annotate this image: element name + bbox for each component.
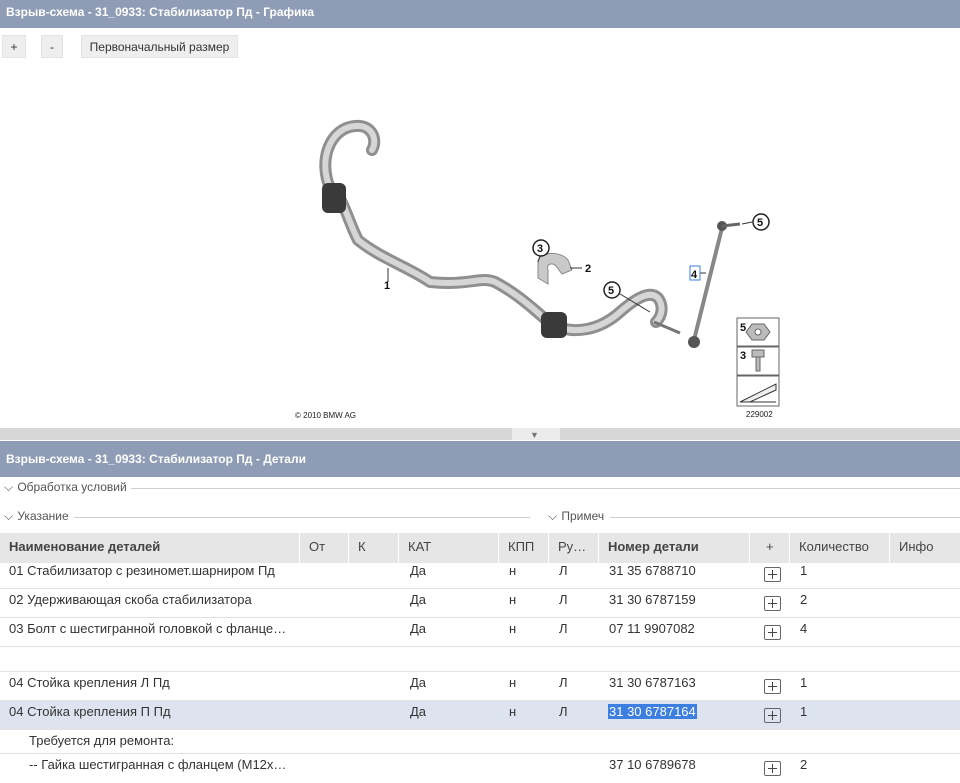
part-name: 04 Стойка крепления Л Пд xyxy=(9,675,170,690)
callout-5b-label[interactable]: 5 xyxy=(757,217,763,229)
parts-legend: 5 3 xyxy=(736,317,780,407)
table-row[interactable]: 04 Стойка крепления Л Пд Да н Л 31 30 67… xyxy=(0,672,960,701)
link-rod xyxy=(692,227,724,341)
legend-3-label: 3 xyxy=(740,350,746,362)
qty-value: 1 xyxy=(800,704,808,719)
col-name-header[interactable]: Наименование деталей xyxy=(0,533,300,563)
section-divider xyxy=(131,488,960,489)
add-to-cart-icon[interactable] xyxy=(764,625,781,640)
ru-value: Л xyxy=(559,563,568,578)
col-part-header[interactable]: Номер детали xyxy=(599,533,750,563)
conditions-section-toggle[interactable]: ⌵ Обработка условий xyxy=(4,480,127,495)
kat-value: Да xyxy=(410,563,427,578)
part-number[interactable]: 07 11 9907082 xyxy=(609,621,695,636)
qty-value: 2 xyxy=(800,592,808,607)
table-row-empty xyxy=(0,647,960,672)
qty-value: 4 xyxy=(800,621,808,636)
col-info-header[interactable]: Инфо xyxy=(890,533,960,563)
details-panel-title: Взрыв-схема - 31_0933: Стабилизатор Пд -… xyxy=(0,441,960,477)
col-from-header[interactable]: От xyxy=(300,533,349,563)
col-qty-header[interactable]: Количество xyxy=(790,533,890,563)
kpp-value: н xyxy=(509,675,517,690)
ru-value: Л xyxy=(559,704,568,719)
part-number[interactable]: 31 30 6787159 xyxy=(609,592,696,607)
part-number[interactable]: 37 10 6789678 xyxy=(609,757,696,772)
panel-splitter[interactable]: ▼ xyxy=(0,428,960,440)
callout-5-label[interactable]: 5 xyxy=(608,285,614,297)
section-divider xyxy=(74,517,530,518)
clamp-bracket xyxy=(537,253,573,285)
kpp-value: н xyxy=(509,704,517,719)
add-to-cart-icon[interactable] xyxy=(764,679,781,694)
chevron-down-icon[interactable]: ▼ xyxy=(530,430,539,440)
note-section-label: Примеч xyxy=(561,509,605,523)
drawing-number: 229002 xyxy=(746,410,773,419)
kpp-value: н xyxy=(509,592,517,607)
col-kpp-header[interactable]: КПП xyxy=(499,533,549,563)
part-name: 03 Болт с шестигранной головкой с фланце… xyxy=(9,621,287,636)
hint-section-label: Указание xyxy=(17,509,69,523)
chevron-down-icon[interactable]: ⌵ xyxy=(4,509,14,524)
zoom-out-button[interactable]: - xyxy=(41,35,63,58)
zoom-in-button[interactable]: + xyxy=(2,35,26,58)
ru-value: Л xyxy=(559,621,568,636)
col-kat-header[interactable]: КАТ xyxy=(399,533,499,563)
kat-value: Да xyxy=(410,621,427,636)
table-row[interactable]: 01 Стабилизатор с резиномет.шарниром Пд … xyxy=(0,560,960,589)
part-name: 04 Стойка крепления П Пд xyxy=(9,704,171,719)
repair-label: Требуется для ремонта: xyxy=(29,733,175,748)
legend-5-label: 5 xyxy=(740,322,746,334)
note-section-toggle[interactable]: ⌵ Примеч xyxy=(548,509,604,524)
bolt-icon xyxy=(751,349,765,358)
qty-value: 2 xyxy=(800,757,808,772)
left-bushing xyxy=(322,183,346,213)
callout-2-label[interactable]: 2 xyxy=(585,263,591,275)
callout-1-label[interactable]: 1 xyxy=(384,280,390,292)
qty-value: 1 xyxy=(800,675,808,690)
part-name: -- Гайка шестигранная с фланцем (M12x… xyxy=(29,757,287,772)
graphic-panel-title: Взрыв-схема - 31_0933: Стабилизатор Пд -… xyxy=(0,0,960,28)
col-ru-header[interactable]: Ру… xyxy=(549,533,599,563)
section-divider xyxy=(610,517,960,518)
parts-table-header: Наименование деталей От К КАТ КПП Ру… Но… xyxy=(0,533,960,563)
qty-value: 1 xyxy=(800,563,808,578)
kat-value: Да xyxy=(410,704,427,719)
right-bushing xyxy=(541,312,567,338)
part-number-selected[interactable]: 31 30 6787164 xyxy=(608,704,697,719)
add-to-cart-icon[interactable] xyxy=(764,567,781,582)
kat-value: Да xyxy=(410,675,427,690)
part-name: 02 Удерживающая скоба стабилизатора xyxy=(9,592,252,607)
callout-4-label[interactable]: 4 xyxy=(691,269,698,281)
exploded-diagram[interactable]: 1 2 3 4 5 5 5 3 © 2010 BMW AG 229002 xyxy=(0,60,960,428)
conditions-section-label: Обработка условий xyxy=(17,480,127,494)
kat-value: Да xyxy=(410,592,427,607)
part-number[interactable]: 31 35 6788710 xyxy=(609,563,696,578)
ru-value: Л xyxy=(559,592,568,607)
table-row-selected[interactable]: 04 Стойка крепления П Пд Да н Л 31 30 67… xyxy=(0,701,960,730)
chevron-down-icon[interactable]: ⌵ xyxy=(548,509,558,524)
chevron-down-icon[interactable]: ⌵ xyxy=(4,480,14,495)
part-number[interactable]: 31 30 6787163 xyxy=(609,675,696,690)
kpp-value: н xyxy=(509,621,517,636)
ru-value: Л xyxy=(559,675,568,690)
col-k-header[interactable]: К xyxy=(349,533,399,563)
callout-3-label[interactable]: 3 xyxy=(537,243,543,255)
hint-section-toggle[interactable]: ⌵ Указание xyxy=(4,509,69,524)
table-row[interactable]: -- Гайка шестигранная с фланцем (M12x… 3… xyxy=(0,754,960,783)
kpp-value: н xyxy=(509,563,517,578)
part-name: 01 Стабилизатор с резиномет.шарниром Пд xyxy=(9,563,275,578)
table-row[interactable]: 02 Удерживающая скоба стабилизатора Да н… xyxy=(0,589,960,618)
splitter-grip[interactable]: ▼ xyxy=(512,428,560,440)
copyright-text: © 2010 BMW AG xyxy=(295,411,356,420)
table-row[interactable]: 03 Болт с шестигранной головкой с фланце… xyxy=(0,618,960,647)
reset-size-button[interactable]: Первоначальный размер xyxy=(81,35,238,58)
col-plus-header[interactable]: + xyxy=(750,533,790,563)
repair-header-row: Требуется для ремонта: xyxy=(0,730,960,754)
add-to-cart-icon[interactable] xyxy=(764,761,781,776)
add-to-cart-icon[interactable] xyxy=(764,708,781,723)
add-to-cart-icon[interactable] xyxy=(764,596,781,611)
